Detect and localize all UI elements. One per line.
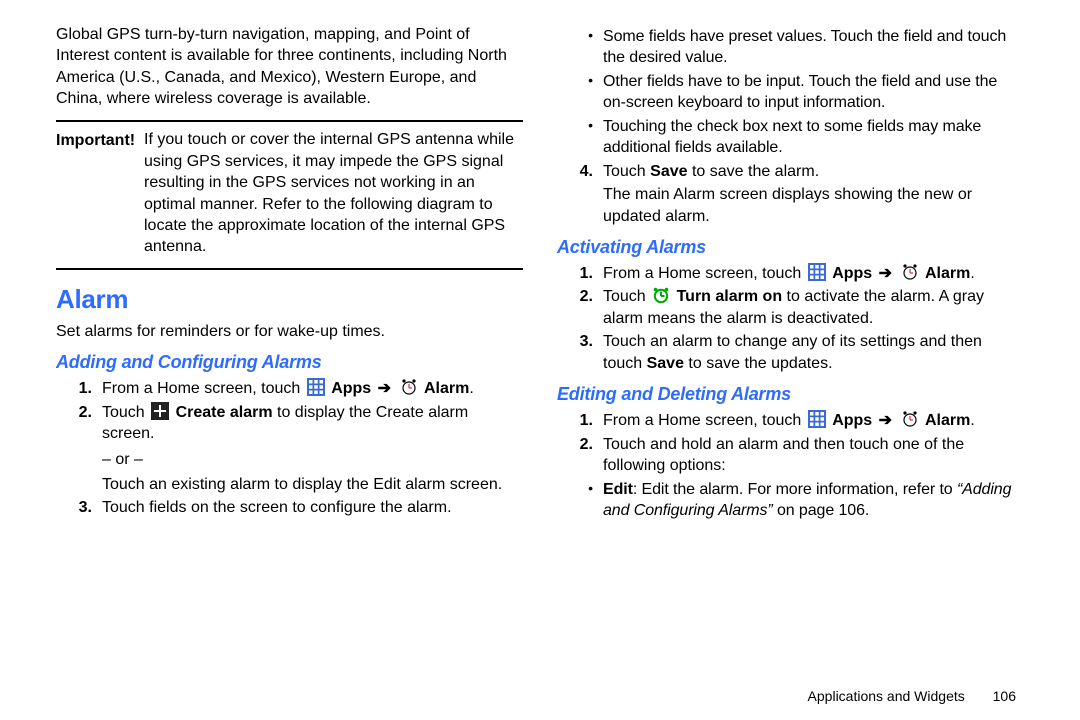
gps-intro: Global GPS turn-by-turn navigation, mapp…: [56, 24, 523, 110]
edit-label: Edit: [603, 481, 633, 498]
create-alarm-label: Create alarm: [176, 404, 273, 421]
step-4: 4. Touch Save to save the alarm. The mai…: [557, 161, 1024, 227]
alarm-on-icon: [652, 286, 670, 304]
arrow-icon: ➔: [376, 380, 393, 397]
heading-alarm: Alarm: [56, 282, 523, 317]
step-number: 4.: [557, 161, 603, 227]
alarm-label: Alarm: [925, 412, 970, 429]
apps-label: Apps: [331, 380, 371, 397]
save-label: Save: [647, 355, 684, 372]
step-alt: Touch an existing alarm to display the E…: [102, 474, 523, 495]
step-text: Touch: [603, 288, 650, 305]
turn-alarm-on-label: Turn alarm on: [677, 288, 783, 305]
apps-label: Apps: [832, 265, 872, 282]
step-3: 3. Touch fields on the screen to configu…: [56, 497, 523, 518]
step-text: From a Home screen, touch: [102, 380, 305, 397]
step-text: Touch: [102, 404, 149, 421]
step-text: Touch and hold an alarm and then touch o…: [603, 434, 1024, 477]
alarm-description: Set alarms for reminders or for wake-up …: [56, 321, 523, 342]
plus-icon: [151, 402, 169, 420]
heading-editing: Editing and Deleting Alarms: [557, 382, 1024, 406]
step-number: 2.: [557, 286, 603, 329]
clock-icon: [400, 378, 418, 396]
step-number: 1.: [557, 263, 603, 284]
right-column: •Some fields have preset values. Touch t…: [557, 24, 1024, 708]
step-text: From a Home screen, touch: [603, 265, 806, 282]
step-a2: 2. Touch Turn alarm on to activate the a…: [557, 286, 1024, 329]
step-e1: 1. From a Home screen, touch Apps ➔ Alar…: [557, 410, 1024, 431]
alarm-label: Alarm: [424, 380, 469, 397]
step-a3: 3. Touch an alarm to change any of its s…: [557, 331, 1024, 374]
bullet-item: •Some fields have preset values. Touch t…: [557, 26, 1024, 69]
step-2: 2. Touch Create alarm to display the Cre…: [56, 402, 523, 496]
step-number: 3.: [56, 497, 102, 518]
page-number: 106: [993, 688, 1016, 704]
heading-add-config: Adding and Configuring Alarms: [56, 350, 523, 374]
save-label: Save: [650, 163, 687, 180]
clock-icon: [901, 410, 919, 428]
step-note: The main Alarm screen displays showing t…: [603, 184, 1024, 227]
bullet-text: on page 106.: [773, 502, 870, 519]
step-text: to save the alarm.: [688, 163, 820, 180]
arrow-icon: ➔: [877, 412, 894, 429]
apps-icon: [808, 263, 826, 281]
alarm-label: Alarm: [925, 265, 970, 282]
footer-section: Applications and Widgets: [808, 688, 965, 704]
important-label: Important!: [56, 132, 135, 149]
apps-icon: [808, 410, 826, 428]
arrow-icon: ➔: [877, 265, 894, 282]
bullet-item: • Edit: Edit the alarm. For more informa…: [557, 479, 1024, 522]
step-text: Touch: [603, 163, 650, 180]
step-text: to save the updates.: [684, 355, 833, 372]
clock-icon: [901, 263, 919, 281]
step-number: 2.: [56, 402, 102, 496]
bullet-item: •Touching the check box next to some fie…: [557, 116, 1024, 159]
bullet-text: : Edit the alarm. For more information, …: [633, 481, 957, 498]
left-column: Global GPS turn-by-turn navigation, mapp…: [56, 24, 523, 708]
step-text: Touch fields on the screen to configure …: [102, 497, 523, 518]
step-number: 1.: [557, 410, 603, 431]
step-a1: 1. From a Home screen, touch Apps ➔ Alar…: [557, 263, 1024, 284]
step-text: From a Home screen, touch: [603, 412, 806, 429]
apps-label: Apps: [832, 412, 872, 429]
page-footer: Applications and Widgets 106: [808, 688, 1016, 704]
step-number: 2.: [557, 434, 603, 477]
step-number: 1.: [56, 378, 102, 399]
or-divider: – or –: [102, 449, 523, 470]
heading-activating: Activating Alarms: [557, 235, 1024, 259]
step-e2: 2. Touch and hold an alarm and then touc…: [557, 434, 1024, 477]
important-note: Important! If you touch or cover the int…: [56, 120, 523, 270]
bullet-item: •Other fields have to be input. Touch th…: [557, 71, 1024, 114]
apps-icon: [307, 378, 325, 396]
step-number: 3.: [557, 331, 603, 374]
step-1: 1. From a Home screen, touch Apps ➔ Alar…: [56, 378, 523, 399]
